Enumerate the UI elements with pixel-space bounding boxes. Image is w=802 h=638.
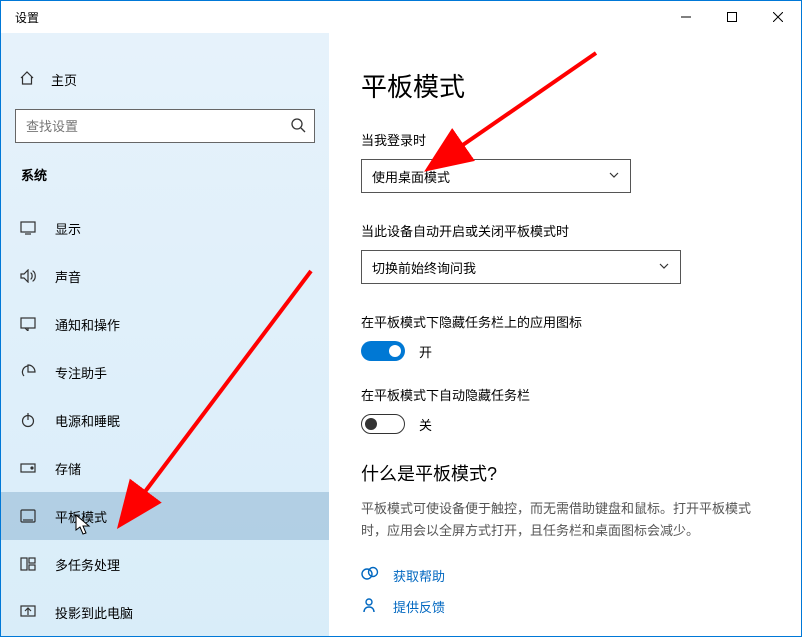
window-controls [663,1,801,33]
hide-icons-label: 在平板模式下隐藏任务栏上的应用图标 [361,312,769,331]
sidebar-item-label: 声音 [55,267,81,286]
sidebar: 主页 系统 显示 声音 [1,33,329,636]
search-icon [290,117,306,136]
sidebar-item-focus-assist[interactable]: 专注助手 [1,348,329,396]
feedback-icon [361,597,379,616]
signin-select[interactable]: 使用桌面模式 [361,159,631,193]
tablet-mode-icon [19,509,37,523]
sound-icon [19,269,37,283]
signin-select-value: 使用桌面模式 [372,167,450,186]
projecting-icon [19,605,37,619]
sidebar-item-projecting[interactable]: 投影到此电脑 [1,588,329,636]
sidebar-item-power-sleep[interactable]: 电源和睡眠 [1,396,329,444]
display-icon [19,221,37,235]
app-title: 设置 [1,9,39,26]
help-icon [361,566,379,585]
signin-label: 当我登录时 [361,130,769,149]
search-input[interactable] [24,115,290,138]
sidebar-item-label: 专注助手 [55,363,107,382]
sidebar-item-label: 存储 [55,459,81,478]
sidebar-item-display[interactable]: 显示 [1,204,329,252]
sidebar-item-storage[interactable]: 存储 [1,444,329,492]
what-is-heading: 什么是平板模式? [361,460,769,486]
chevron-down-icon [608,169,620,184]
sidebar-nav: 显示 声音 通知和操作 专注助手 [1,204,329,636]
sidebar-item-notifications[interactable]: 通知和操作 [1,300,329,348]
storage-icon [19,462,37,474]
hide-icons-state: 开 [419,342,432,361]
sidebar-item-label: 投影到此电脑 [55,603,133,622]
maximize-button[interactable] [709,1,755,33]
sidebar-item-label: 通知和操作 [55,315,120,334]
auto-label: 当此设备自动开启或关闭平板模式时 [361,221,769,240]
hide-taskbar-state: 关 [419,415,432,434]
sidebar-item-multitasking[interactable]: 多任务处理 [1,540,329,588]
sidebar-item-label: 显示 [55,219,81,238]
get-help-link[interactable]: 获取帮助 [361,566,769,585]
auto-select[interactable]: 切换前始终询问我 [361,250,681,284]
feedback-link-text: 提供反馈 [393,597,445,616]
titlebar: 设置 [1,1,801,33]
multitasking-icon [19,557,37,571]
what-is-body: 平板模式可使设备便于触控，而无需借助键盘和鼠标。打开平板模式时，应用会以全屏方式… [361,498,769,542]
sidebar-category: 系统 [1,143,329,192]
chevron-down-icon [658,260,670,275]
hide-icons-toggle[interactable] [361,341,405,361]
help-link-text: 获取帮助 [393,566,445,585]
focus-assist-icon [19,364,37,380]
home-icon [19,70,35,89]
main-panel: 平板模式 当我登录时 使用桌面模式 当此设备自动开启或关闭平板模式时 切换前始终… [329,33,801,636]
page-title: 平板模式 [361,67,769,104]
feedback-link[interactable]: 提供反馈 [361,597,769,616]
notifications-icon [19,317,37,331]
sidebar-item-label: 多任务处理 [55,555,120,574]
sidebar-item-tablet-mode[interactable]: 平板模式 [1,492,329,540]
search-box[interactable] [15,109,315,143]
sidebar-item-sound[interactable]: 声音 [1,252,329,300]
sidebar-home-label: 主页 [51,70,77,89]
sidebar-home[interactable]: 主页 [1,65,329,93]
close-button[interactable] [755,1,801,33]
sidebar-item-label: 电源和睡眠 [55,411,120,430]
minimize-button[interactable] [663,1,709,33]
power-icon [19,412,37,428]
hide-taskbar-toggle[interactable] [361,414,405,434]
hide-taskbar-label: 在平板模式下自动隐藏任务栏 [361,385,769,404]
auto-select-value: 切换前始终询问我 [372,258,476,277]
sidebar-item-label: 平板模式 [55,507,107,526]
